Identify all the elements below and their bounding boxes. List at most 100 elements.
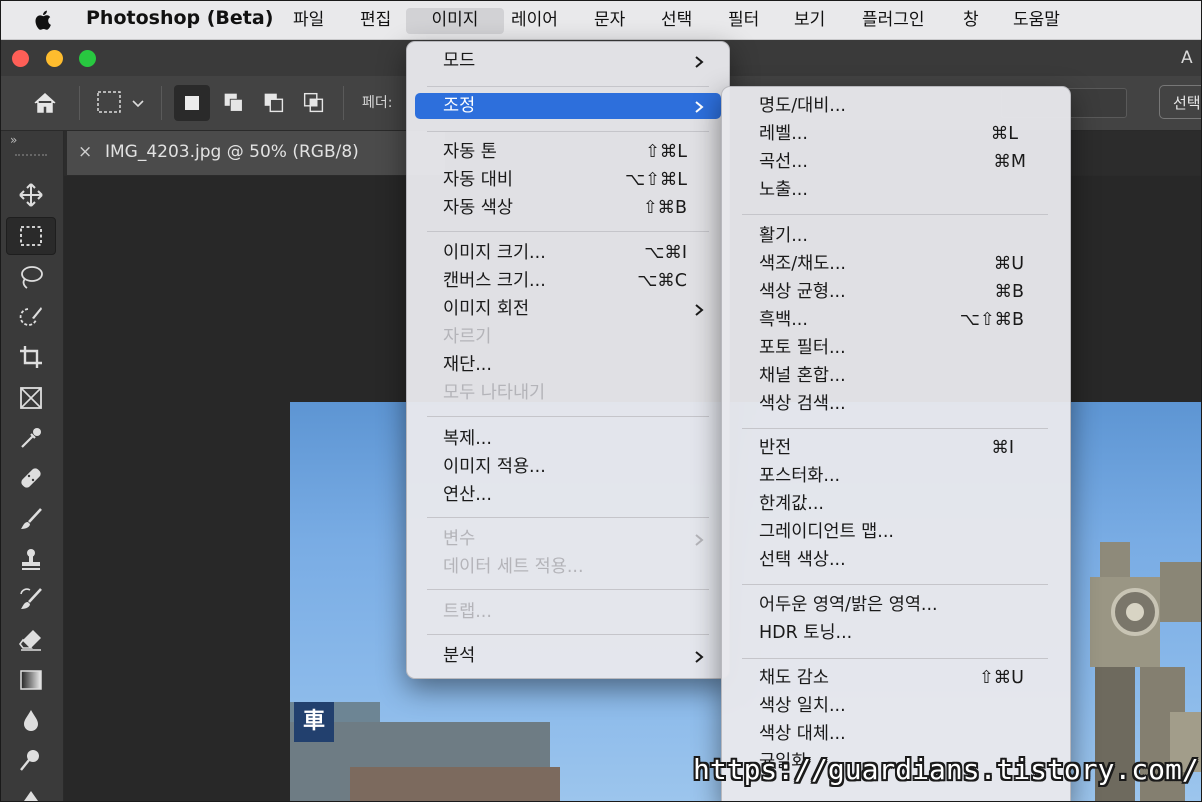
new-selection-icon bbox=[185, 96, 199, 110]
home-icon[interactable] bbox=[31, 89, 59, 117]
image-menu-item-apply-image[interactable]: 이미지 적용... bbox=[415, 454, 721, 480]
subtract-from-selection-icon[interactable] bbox=[259, 89, 289, 117]
adjust-item-hue-saturation[interactable]: 색조/채도... ⌘U bbox=[730, 251, 1060, 277]
menu-filter[interactable]: 필터 bbox=[728, 8, 759, 34]
adjust-item-match-color[interactable]: 색상 일치... bbox=[730, 693, 1060, 719]
image-menu-item-duplicate[interactable]: 복제... bbox=[415, 426, 721, 452]
options-separator bbox=[343, 86, 344, 120]
frame-tool[interactable] bbox=[6, 379, 56, 417]
eraser-tool[interactable] bbox=[6, 621, 56, 659]
adjust-item-invert[interactable]: 반전 ⌘I bbox=[730, 435, 1060, 461]
intersect-selection-icon[interactable] bbox=[299, 89, 329, 117]
marquee-icon bbox=[20, 226, 42, 246]
adjust-item-replace-color[interactable]: 색상 대체... bbox=[730, 721, 1060, 747]
image-menu-item-auto-color[interactable]: 자동 색상 ⇧⌘B bbox=[415, 195, 721, 221]
eyedropper-tool[interactable] bbox=[6, 419, 56, 457]
droplet-icon bbox=[24, 710, 38, 731]
app-frame: Photoshop (Beta) 파일 편집 이미지 레이어 문자 선택 필터 … bbox=[0, 0, 1202, 802]
image-menu-item-mode[interactable]: 모드 bbox=[415, 48, 721, 74]
pen-tool[interactable] bbox=[6, 781, 56, 801]
shortcut-label: ⌥⌘I bbox=[644, 243, 687, 263]
new-selection-mode-button[interactable] bbox=[174, 85, 210, 121]
options-separator bbox=[79, 86, 80, 120]
adjust-item-levels[interactable]: 레벨... ⌘L bbox=[730, 121, 1060, 147]
adjust-item-vibrance[interactable]: 활기... bbox=[730, 223, 1060, 249]
menu-file[interactable]: 파일 bbox=[293, 8, 324, 34]
menu-edit[interactable]: 편집 bbox=[360, 8, 391, 34]
adjust-item-selective-color[interactable]: 선택 색상... bbox=[730, 547, 1060, 573]
image-menu-item-adjustments[interactable]: 조정 bbox=[415, 93, 721, 119]
brush-tool[interactable] bbox=[6, 500, 56, 538]
menu-view[interactable]: 보기 bbox=[794, 8, 825, 34]
menu-plugins[interactable]: 플러그인 bbox=[862, 8, 925, 34]
image-menu-item-auto-contrast[interactable]: 자동 대비 ⌥⇧⌘L bbox=[415, 167, 721, 193]
adjust-item-curves[interactable]: 곡선... ⌘M bbox=[730, 149, 1060, 175]
adjust-item-hdr-toning[interactable]: HDR 토닝... bbox=[730, 620, 1060, 646]
menu-image[interactable]: 이미지 bbox=[406, 8, 504, 34]
adjust-item-black-white[interactable]: 흑백... ⌥⇧⌘B bbox=[730, 307, 1060, 333]
image-menu-item-image-size[interactable]: 이미지 크기... ⌥⌘I bbox=[415, 240, 721, 266]
image-menu-item-analysis[interactable]: 분석 bbox=[415, 643, 721, 669]
crop-icon bbox=[20, 346, 42, 368]
menu-select[interactable]: 선택 bbox=[661, 8, 692, 34]
lasso-tool[interactable] bbox=[6, 258, 56, 296]
adjust-item-photo-filter[interactable]: 포토 필터... bbox=[730, 335, 1060, 361]
adjust-item-exposure[interactable]: 노출... bbox=[730, 177, 1060, 203]
image-menu-item-auto-tone[interactable]: 자동 톤 ⇧⌘L bbox=[415, 139, 721, 165]
feather-label: 페더: bbox=[362, 95, 393, 111]
menu-type[interactable]: 문자 bbox=[594, 8, 625, 34]
close-window-button[interactable] bbox=[12, 50, 29, 67]
adjust-item-color-balance[interactable]: 색상 균형... ⌘B bbox=[730, 279, 1060, 305]
adjust-item-shadows-highlights[interactable]: 어두운 영역/밝은 영역... bbox=[730, 592, 1060, 618]
panel-grip[interactable] bbox=[15, 154, 47, 160]
building-sign: 車 bbox=[294, 702, 334, 742]
document-tab[interactable]: × IMG_4203.jpg @ 50% (RGB/8) bbox=[67, 131, 445, 175]
adjust-item-gradient-map[interactable]: 그레이디언트 맵... bbox=[730, 519, 1060, 545]
clone-stamp-tool[interactable] bbox=[6, 540, 56, 578]
image-menu: 모드 조정 자동 톤 ⇧⌘L 자동 대비 ⌥⇧⌘L 자동 색상 ⇧⌘B 이미지 … bbox=[406, 41, 730, 679]
menu-window[interactable]: 창 bbox=[963, 8, 979, 34]
crop-tool[interactable] bbox=[6, 338, 56, 376]
gradient-tool[interactable] bbox=[6, 661, 56, 699]
app-name-menu[interactable]: Photoshop (Beta) bbox=[86, 7, 273, 29]
menu-separator bbox=[427, 231, 709, 232]
minimize-window-button[interactable] bbox=[46, 50, 63, 67]
image-menu-item-calculations[interactable]: 연산... bbox=[415, 482, 721, 508]
image-menu-item-trim[interactable]: 재단... bbox=[415, 352, 721, 378]
adjust-item-posterize[interactable]: 포스터화... bbox=[730, 463, 1060, 489]
adjust-item-channel-mixer[interactable]: 채널 혼합... bbox=[730, 363, 1060, 389]
menu-separator bbox=[742, 428, 1048, 429]
adjust-item-desaturate[interactable]: 채도 감소 ⇧⌘U bbox=[730, 665, 1060, 691]
zoom-window-button[interactable] bbox=[79, 50, 96, 67]
image-menu-item-trap: 트랩... bbox=[443, 602, 492, 622]
dodge-tool[interactable] bbox=[6, 741, 56, 779]
adjust-item-threshold[interactable]: 한계값... bbox=[730, 491, 1060, 517]
object-selection-icon bbox=[19, 307, 42, 326]
apple-logo-icon[interactable] bbox=[33, 9, 55, 31]
object-selection-tool[interactable] bbox=[6, 298, 56, 336]
add-to-selection-icon[interactable] bbox=[219, 89, 249, 117]
adjust-item-color-lookup[interactable]: 색상 검색... bbox=[730, 391, 1060, 417]
close-icon[interactable]: × bbox=[78, 142, 92, 162]
history-brush-tool[interactable] bbox=[6, 580, 56, 618]
move-tool[interactable] bbox=[6, 176, 56, 214]
options-separator bbox=[161, 86, 162, 120]
system-menu-bar: Photoshop (Beta) 파일 편집 이미지 레이어 문자 선택 필터 … bbox=[1, 1, 1201, 40]
watermark-text: https://guardians.tistory.com/ bbox=[693, 753, 1199, 786]
lasso-icon bbox=[21, 266, 43, 289]
shortcut-label: ⌘U bbox=[993, 254, 1024, 274]
collapse-panel-icon[interactable]: » bbox=[10, 133, 17, 147]
adjust-item-brightness-contrast[interactable]: 명도/대비... bbox=[730, 93, 1060, 119]
image-menu-item-canvas-size[interactable]: 캔버스 크기... ⌥⌘C bbox=[415, 268, 721, 294]
blur-tool[interactable] bbox=[6, 701, 56, 739]
menu-layer[interactable]: 레이어 bbox=[511, 8, 558, 34]
chevron-right-icon bbox=[695, 56, 704, 68]
menu-help[interactable]: 도움말 bbox=[1013, 8, 1060, 34]
menu-separator bbox=[742, 658, 1048, 659]
wall-shape bbox=[350, 767, 560, 801]
spot-healing-tool[interactable] bbox=[6, 459, 56, 497]
image-menu-item-image-rotation[interactable]: 이미지 회전 bbox=[415, 296, 721, 322]
rectangular-marquee-tool[interactable] bbox=[6, 217, 56, 255]
marquee-preset-icon[interactable] bbox=[95, 89, 151, 117]
select-and-mask-button[interactable]: 선택 bbox=[1159, 85, 1201, 119]
